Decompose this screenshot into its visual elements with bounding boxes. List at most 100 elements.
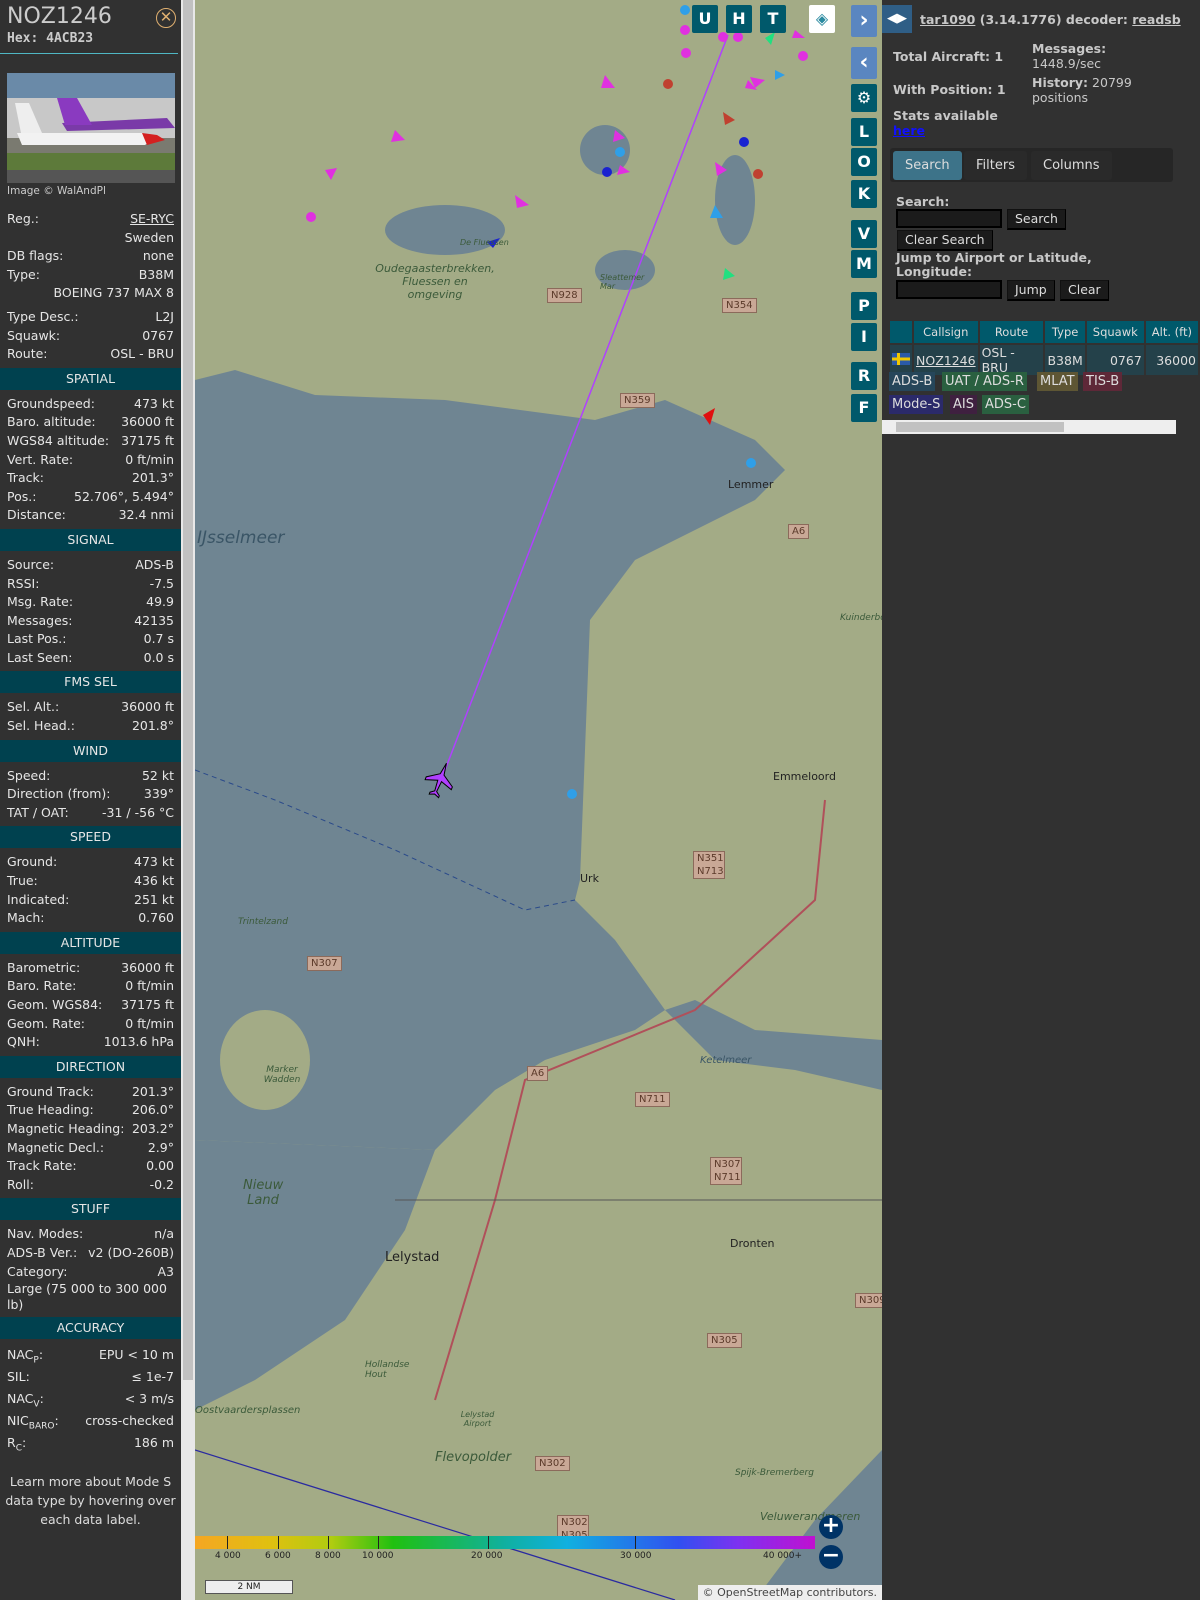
col-type[interactable]: Type — [1045, 321, 1085, 343]
table-horizontal-scrollbar[interactable] — [882, 420, 1176, 434]
toggle-u-button[interactable]: U — [692, 5, 718, 33]
jump-button[interactable]: Jump — [1007, 280, 1055, 301]
map-label: De Fluessen — [460, 238, 509, 247]
layers-icon[interactable]: ◈ — [809, 5, 835, 33]
section-header-accuracy: ACCURACY — [0, 1317, 181, 1340]
sil-value: ≤ 1e-7 — [131, 1369, 174, 1385]
altitude-tick: 10 000 — [362, 1551, 394, 1561]
info-label: Ground: — [7, 854, 58, 870]
jump-input[interactable] — [896, 280, 1002, 299]
decoder-link[interactable]: readsb — [1132, 12, 1180, 27]
typedesc-value: L2J — [155, 308, 174, 324]
info-label: WGS84 altitude: — [7, 432, 110, 448]
section-header-speed: SPEED — [0, 826, 181, 849]
aircraft-photo[interactable] — [7, 73, 175, 183]
toggle-t-button[interactable]: T — [760, 5, 786, 33]
zoom-in-icon[interactable]: + — [819, 1515, 843, 1539]
info-value: 201.3° — [131, 1083, 174, 1099]
info-label: True: — [7, 873, 38, 889]
info-value: 36000 ft — [121, 959, 174, 975]
sil-label: SIL: — [7, 1369, 30, 1385]
row-callsign[interactable]: NOZ1246 — [916, 353, 976, 368]
toggle-f-button[interactable]: F — [851, 394, 877, 422]
sidebar-scrollbar[interactable] — [181, 0, 195, 1600]
info-label: QNH: — [7, 1034, 40, 1050]
info-row: ADS-B Ver.: v2 (DO-260B) — [0, 1244, 181, 1263]
road-label: N711 — [635, 1092, 670, 1107]
info-value: 201.8° — [131, 718, 174, 734]
info-value: 52.706°, 5.494° — [74, 488, 174, 504]
col-squawk[interactable]: Squawk — [1086, 321, 1144, 343]
tab-columns[interactable]: Columns — [1031, 151, 1112, 180]
col-route[interactable]: Route — [979, 321, 1044, 343]
type-name: BOEING 737 MAX 8 — [53, 285, 174, 301]
settings-gear-icon[interactable]: ⚙ — [851, 84, 877, 112]
type-label: Type: — [7, 266, 40, 282]
scrollbar-thumb[interactable] — [183, 0, 193, 1380]
toggle-m-button[interactable]: M — [851, 250, 877, 278]
callsign-title: NOZ1246 — [7, 4, 112, 29]
collapse-left-icon[interactable]: ‹ — [851, 47, 877, 79]
info-value: 2.9° — [147, 1139, 174, 1155]
nacv-value: < 3 m/s — [124, 1391, 174, 1407]
tab-filters[interactable]: Filters — [964, 151, 1027, 180]
info-value: 49.9 — [146, 594, 174, 610]
toggle-l-button[interactable]: L — [851, 118, 877, 146]
toggle-o-button[interactable]: O — [851, 148, 877, 176]
stats-link[interactable]: here — [893, 123, 925, 138]
info-row: Speed: 52 kt — [0, 767, 181, 786]
info-label: Sel. Head.: — [7, 718, 75, 734]
version: (3.14.1776) decoder: — [979, 12, 1128, 27]
tab-bar: Search Filters Columns — [890, 148, 1173, 182]
aircraft-table: Callsign Route Type Squawk Alt. (ft) NOZ… — [888, 319, 1200, 377]
close-icon[interactable]: ✕ — [156, 8, 176, 28]
toggle-h-button[interactable]: H — [726, 5, 752, 33]
map-attribution[interactable]: © OpenStreetMap contributors. — [697, 1585, 882, 1600]
map-label: Urk — [580, 872, 599, 885]
search-button[interactable]: Search — [1007, 209, 1066, 230]
info-row: Sel. Head.: 201.8° — [0, 717, 181, 736]
toggle-r-button[interactable]: R — [851, 362, 877, 390]
toggle-k-button[interactable]: K — [851, 180, 877, 208]
map-label: Oudegaasterbrekken, Fluessen en omgeving — [375, 262, 495, 301]
info-label: ADS-B Ver.: — [7, 1244, 78, 1260]
info-label: Messages: — [7, 612, 73, 628]
tar1090-link[interactable]: tar1090 — [920, 12, 975, 27]
info-row: WGS84 altitude: 37175 ft — [0, 432, 181, 451]
toggle-panel-arrows-icon[interactable]: ◀▶ — [882, 5, 912, 33]
map-label: Hollandse Hout — [365, 1360, 410, 1380]
expand-right-icon[interactable]: › — [851, 5, 877, 37]
info-row: Vert. Rate: 0 ft/min — [0, 451, 181, 470]
map-view[interactable]: IJsselmeer Oudegaasterbrekken, Fluessen … — [195, 0, 882, 1600]
clear-button[interactable]: Clear — [1060, 280, 1109, 301]
toggle-i-button[interactable]: I — [851, 323, 877, 351]
map-label: Oostvaardersplassen — [195, 1405, 301, 1416]
zoom-out-icon[interactable]: − — [819, 1545, 843, 1569]
registration-link[interactable]: SE-RYC — [130, 210, 174, 229]
info-label: Baro. altitude: — [7, 414, 96, 430]
tab-search[interactable]: Search — [893, 151, 962, 180]
road-label: A6 — [527, 1066, 549, 1081]
road-label: N307 N711 — [710, 1157, 742, 1185]
road-label: N305 — [707, 1333, 742, 1348]
toggle-v-button[interactable]: V — [851, 220, 877, 248]
row-altitude: 36000 — [1145, 345, 1198, 375]
toggle-p-button[interactable]: P — [851, 292, 877, 320]
col-altitude[interactable]: Alt. (ft) — [1145, 321, 1198, 343]
col-flag[interactable] — [890, 321, 912, 343]
info-row: Ground: 473 kt — [0, 853, 181, 872]
table-row[interactable]: NOZ1246 OSL - BRU B38M 0767 36000 — [890, 345, 1198, 375]
rc-label: RC: — [7, 1435, 27, 1454]
info-label: Source: — [7, 556, 55, 572]
search-input[interactable] — [896, 209, 1002, 228]
map-label: IJsselmeer — [197, 528, 285, 548]
info-value: -31 / -56 °C — [102, 804, 174, 820]
clear-search-button[interactable]: Clear Search — [897, 230, 993, 251]
info-row: Distance: 32.4 nmi — [0, 506, 181, 525]
jump-label: Jump to Airport or Latitude, Longitude: — [896, 250, 1092, 279]
nacv-label: NACV: — [7, 1391, 44, 1410]
info-value: 1013.6 hPa — [103, 1034, 174, 1050]
col-callsign[interactable]: Callsign — [914, 321, 978, 343]
info-value: v2 (DO-260B) — [88, 1244, 174, 1260]
info-row: Sel. Alt.: 36000 ft — [0, 698, 181, 717]
